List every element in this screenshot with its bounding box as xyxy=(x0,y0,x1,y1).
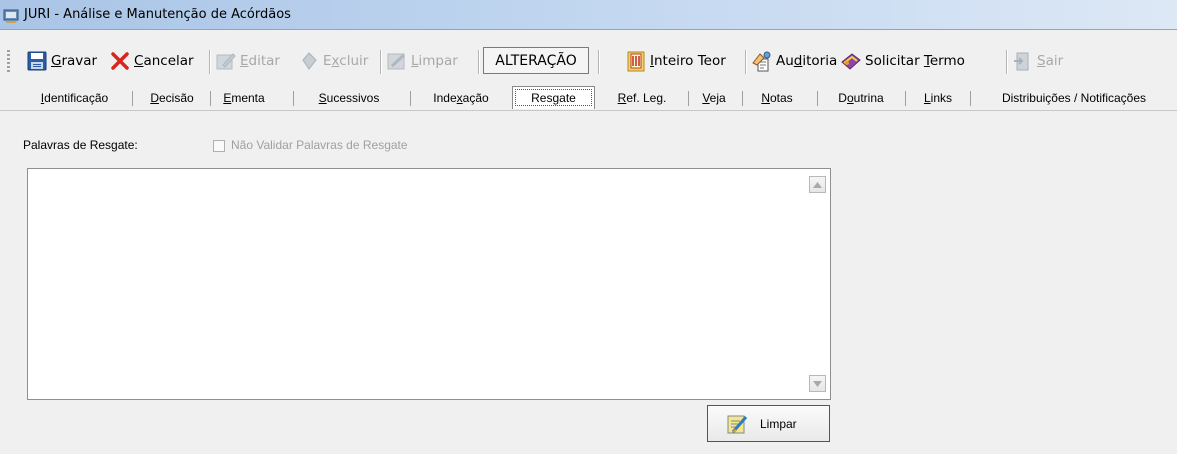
book-icon xyxy=(841,53,861,70)
edit-pencil-icon xyxy=(216,53,236,70)
limpar-toolbar-button[interactable]: Limpar xyxy=(386,48,458,74)
limpar-toolbar-label: Limpar xyxy=(411,53,458,69)
tab-notas[interactable]: Notas xyxy=(747,88,807,107)
tab-label: Doutrina xyxy=(838,90,884,105)
sair-label: Sair xyxy=(1037,53,1064,69)
mode-indicator: ALTERAÇÃO xyxy=(483,47,589,74)
auditoria-button[interactable]: Auditoria xyxy=(751,48,837,74)
tab-identificacao[interactable]: Identificação xyxy=(27,88,122,107)
tab-decisao[interactable]: Decisão xyxy=(140,88,204,107)
tab-label: Decisão xyxy=(150,90,194,105)
clear-icon xyxy=(387,53,406,70)
title-bar: JURI - Análise e Manutenção de Acórdãos xyxy=(0,0,1177,30)
tab-separator xyxy=(742,91,743,106)
document-teor-icon xyxy=(627,51,645,72)
toolbar-separator xyxy=(209,50,211,74)
exit-door-icon xyxy=(1014,52,1029,71)
toolbar-separator xyxy=(1006,50,1008,74)
vertical-scrollbar[interactable] xyxy=(805,169,830,399)
tab-separator xyxy=(970,91,971,106)
tab-panel-border xyxy=(0,110,1177,111)
tab-label: Sucessivos xyxy=(318,90,380,105)
excluir-button[interactable]: Excluir xyxy=(298,48,368,74)
tab-separator xyxy=(293,91,294,106)
floppy-save-icon xyxy=(27,51,47,71)
nao-validar-checkbox[interactable] xyxy=(213,140,225,152)
tab-label: Links xyxy=(923,90,953,105)
tab-separator xyxy=(688,91,689,106)
tab-separator xyxy=(410,91,411,106)
chevron-down-icon xyxy=(813,380,822,387)
chevron-up-icon xyxy=(813,181,822,188)
scroll-up-button[interactable] xyxy=(809,176,826,193)
toolbar-separator xyxy=(380,50,382,74)
inteiro-teor-button[interactable]: Inteiro Teor xyxy=(625,48,726,74)
gravar-button[interactable]: Gravar xyxy=(26,48,97,74)
tab-resgate[interactable]: Resgate xyxy=(512,86,595,109)
tab-label: Ref. Leg. xyxy=(617,90,667,105)
tab-separator xyxy=(817,91,818,106)
tab-label: Notas xyxy=(761,90,793,105)
nao-validar-label: Não Validar Palavras de Resgate xyxy=(231,138,408,152)
toolbar: Gravar Cancelar Editar Excluir Limpar AL… xyxy=(0,30,1177,74)
tab-label: Identificação xyxy=(40,90,109,105)
toolbar-grip[interactable] xyxy=(7,50,10,72)
tab-label: Distribuições / Notificações xyxy=(1001,90,1147,105)
red-x-icon xyxy=(111,52,129,70)
excluir-label: Excluir xyxy=(323,53,369,69)
gravar-label: Gravar xyxy=(51,53,98,69)
tab-links[interactable]: Links xyxy=(913,88,963,107)
window-title: JURI - Análise e Manutenção de Acórdãos xyxy=(24,7,291,22)
auditoria-label: Auditoria xyxy=(776,53,838,69)
palavras-resgate-textarea[interactable] xyxy=(27,168,831,400)
editar-label: Editar xyxy=(240,53,280,69)
tab-separator xyxy=(132,91,133,106)
sair-button[interactable]: Sair xyxy=(1012,48,1063,74)
scroll-down-button[interactable] xyxy=(809,375,826,392)
tab-separator xyxy=(210,91,211,106)
toolbar-separator xyxy=(745,50,747,74)
tab-ementa[interactable]: Ementa xyxy=(214,88,274,107)
tab-ref-leg[interactable]: Ref. Leg. xyxy=(604,88,680,107)
tab-label: Resgate xyxy=(531,91,576,105)
tab-label: Veja xyxy=(702,90,726,105)
solicitar-termo-label: Solicitar Termo xyxy=(865,53,965,69)
tab-veja[interactable]: Veja xyxy=(694,88,734,107)
tab-sucessivos[interactable]: Sucessivos xyxy=(307,88,391,107)
palavras-resgate-label: Palavras de Resgate: xyxy=(23,138,138,152)
toolbar-separator xyxy=(478,50,480,74)
tab-doutrina[interactable]: Doutrina xyxy=(823,88,899,107)
solicitar-termo-button[interactable]: Solicitar Termo xyxy=(840,48,965,74)
tab-label: Ementa xyxy=(223,90,265,105)
inteiro-teor-label: Inteiro Teor xyxy=(650,53,726,69)
clear-icon xyxy=(727,415,748,433)
editar-button[interactable]: Editar xyxy=(215,48,280,74)
cancelar-button[interactable]: Cancelar xyxy=(109,48,194,74)
audit-icon xyxy=(752,51,771,72)
limpar-button[interactable]: Limpar xyxy=(707,405,830,442)
app-windows-icon[interactable] xyxy=(3,7,19,23)
tab-separator xyxy=(905,91,906,106)
tab-strip: Identificação Decisão Ementa Sucessivos … xyxy=(0,85,1177,111)
limpar-button-label: Limpar xyxy=(760,416,797,431)
tab-indexacao[interactable]: Indexação xyxy=(421,88,501,107)
toolbar-separator xyxy=(598,50,600,74)
tab-distribuicoes-notificacoes[interactable]: Distribuições / Notificações xyxy=(977,88,1171,107)
tab-label: Indexação xyxy=(433,90,489,105)
cancelar-label: Cancelar xyxy=(134,53,194,69)
delete-diamond-icon xyxy=(302,52,317,70)
